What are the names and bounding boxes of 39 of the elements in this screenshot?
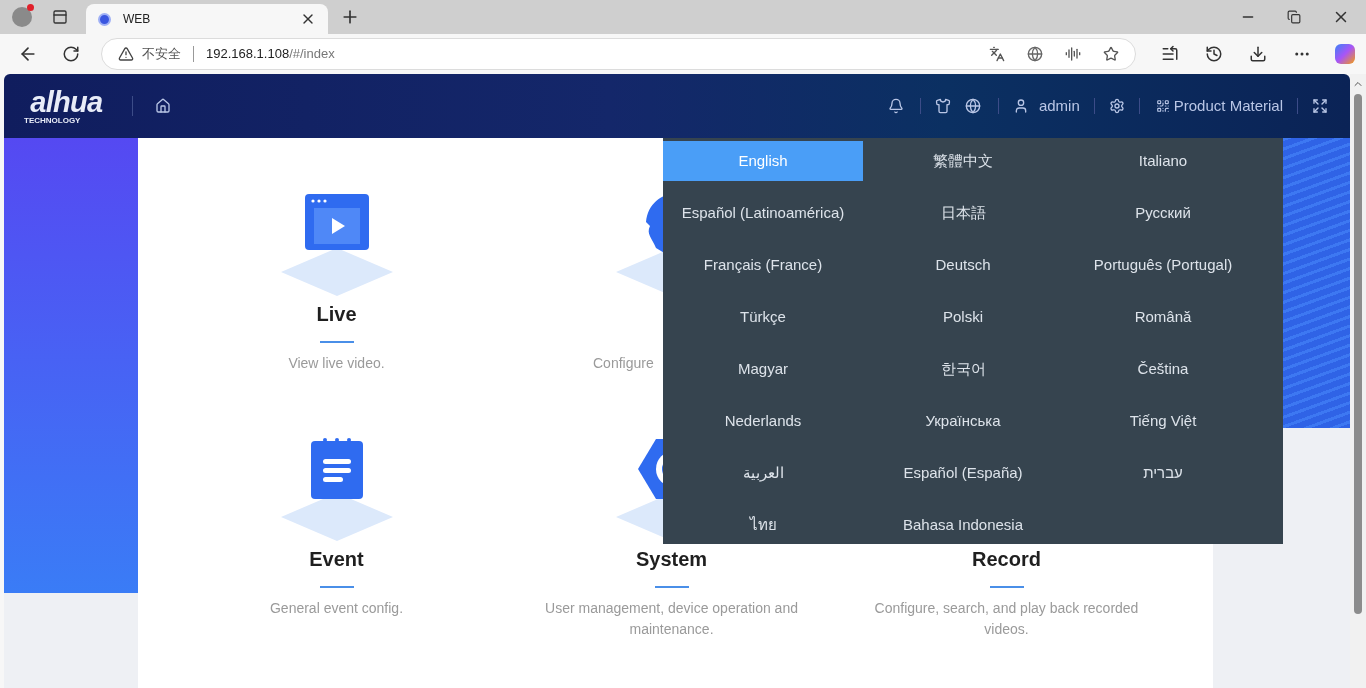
module-description: View live video. [287,354,386,373]
security-label: 不安全 [142,45,181,64]
module-description: Configure, search, and play back recorded videos. [873,599,1140,639]
language-option[interactable]: Español (España) [863,453,1063,493]
module-title[interactable]: Live [316,299,357,329]
module-description: Configure [593,354,654,373]
language-option[interactable]: العربية [663,453,863,493]
language-option[interactable]: Français (France) [663,245,863,285]
url-text: 192.168.1.108/#/index [206,45,335,64]
language-option[interactable]: 繁體中文 [863,141,1063,181]
language-option[interactable]: Italiano [1063,141,1263,181]
language-option[interactable]: ไทย [663,505,863,545]
language-option[interactable]: Español (Latinoamérica) [663,193,863,233]
module-title[interactable]: Event [309,544,364,574]
language-option[interactable]: Magyar [663,349,863,389]
language-option[interactable]: Bahasa Indonesia [863,505,1063,545]
language-option[interactable]: עברית [1063,453,1263,493]
language-option[interactable]: Русский [1063,193,1263,233]
address-field[interactable]: 不安全 192.168.1.108/#/index [101,38,1136,70]
language-option[interactable]: 한국어 [863,349,1063,389]
tab-title: WEB [123,11,151,28]
module-description: General event config. [268,599,405,618]
browser-tab[interactable]: WEB [86,4,328,34]
language-option[interactable]: Українська [863,401,1063,441]
module-title[interactable]: Record [972,544,1041,574]
language-option[interactable]: Português (Portugal) [1063,245,1263,285]
product-material-link[interactable]: Product Material [1173,94,1283,118]
language-option[interactable]: Türkçe [663,297,863,337]
language-option[interactable]: Tiếng Việt [1063,401,1263,441]
module-title[interactable]: System [635,544,708,574]
language-option[interactable]: Čeština [1063,349,1263,389]
brand-logo: alhua TECHNOLOGY [24,87,103,125]
language-option[interactable]: Română [1063,297,1263,337]
module-description: User management, device operation and maintenance. [544,599,799,639]
user-name[interactable]: admin [1038,94,1080,118]
language-option[interactable]: Deutsch [863,245,1063,285]
language-option[interactable]: 日本語 [863,193,1063,233]
language-option[interactable]: Nederlands [663,401,863,441]
language-option[interactable]: Polski [863,297,1063,337]
